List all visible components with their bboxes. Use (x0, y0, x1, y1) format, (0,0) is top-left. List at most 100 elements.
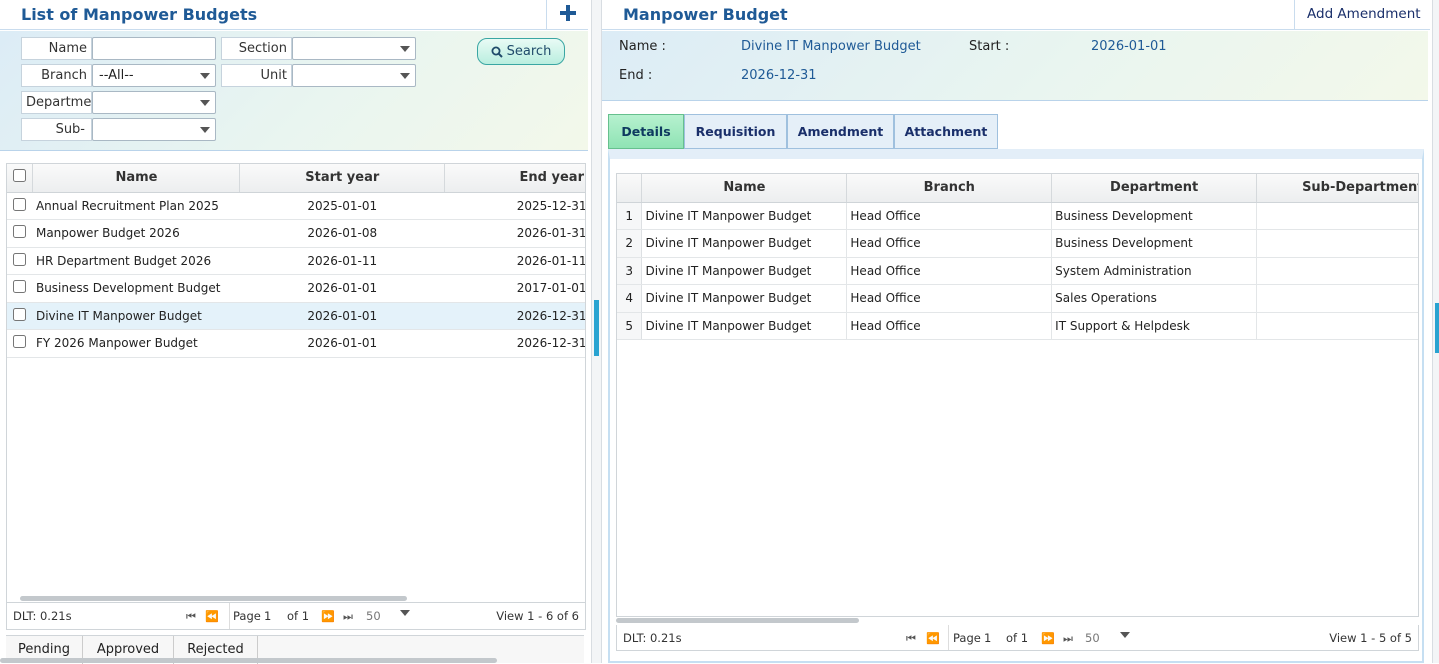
list-header: List of Manpower Budgets (0, 0, 588, 30)
splitter-handle[interactable] (594, 300, 599, 356)
table-row[interactable]: 5 Divine IT Manpower Budget Head Office IT … (617, 312, 1418, 340)
col-name[interactable]: Name (641, 174, 848, 203)
row-checkbox[interactable] (13, 225, 27, 239)
row-name: Business Development Budget (32, 274, 240, 303)
row-name: Divine IT Manpower Budget (641, 284, 848, 313)
last-page-icon[interactable]: ⏭ (1063, 632, 1073, 646)
select-all-cell[interactable] (7, 164, 34, 193)
row-sub-department (1256, 257, 1418, 285)
per-page-select[interactable]: 50 (366, 609, 381, 623)
add-amendment-button[interactable]: Add Amendment (1307, 6, 1421, 22)
row-number: 1 (617, 202, 643, 230)
table-row[interactable]: 4 Divine IT Manpower Budget Head Office Sal… (617, 284, 1418, 313)
name-input[interactable] (92, 37, 216, 60)
row-start-year: 2026-01-01 (239, 329, 445, 358)
horizontal-scrollbar[interactable] (616, 618, 859, 623)
end-info-label: End : (619, 68, 653, 83)
row-checkbox[interactable] (13, 197, 27, 211)
chevron-down-icon[interactable] (400, 610, 410, 616)
row-checkbox-cell[interactable] (7, 329, 33, 358)
unit-select[interactable] (292, 64, 416, 87)
name-info-value: Divine IT Manpower Budget (741, 39, 921, 54)
row-checkbox-cell[interactable] (7, 274, 33, 303)
chevron-down-icon (400, 46, 410, 52)
row-checkbox[interactable] (13, 335, 27, 349)
prev-page-icon[interactable]: ⏪ (926, 632, 940, 645)
search-button[interactable]: Search (477, 38, 565, 65)
tab-details[interactable]: Details (608, 114, 684, 149)
edge-handle[interactable] (1435, 303, 1439, 353)
row-checkbox[interactable] (13, 252, 27, 266)
row-start-year: 2026-01-01 (239, 302, 445, 330)
panel-scrollbar[interactable] (0, 658, 497, 663)
table-row[interactable]: Business Development Budget 2026-01-01 201… (7, 274, 585, 303)
search-icon (491, 46, 503, 58)
budget-detail-panel: Manpower Budget Add Amendment Name : Div… (602, 0, 1432, 663)
horizontal-scrollbar[interactable] (20, 596, 407, 601)
row-department: IT Support & Helpdesk (1051, 312, 1258, 340)
row-checkbox[interactable] (13, 307, 27, 321)
subdept-select[interactable] (92, 118, 216, 141)
row-checkbox-cell[interactable] (7, 219, 33, 248)
section-select[interactable] (292, 37, 416, 60)
row-end-year: 2017-01-01 (444, 274, 585, 303)
chevron-down-icon (200, 127, 210, 133)
table-row[interactable]: 2 Divine IT Manpower Budget Head Office Bus… (617, 229, 1418, 258)
details-pager: DLT: 0.21s ⏮ ⏪ Page 1 of 1 ⏩ ⏭ 50 View 1… (616, 625, 1419, 651)
prev-page-icon[interactable]: ⏪ (205, 610, 219, 623)
next-page-icon[interactable]: ⏩ (321, 610, 335, 623)
table-row[interactable]: HR Department Budget 2026 2026-01-11 2026-… (7, 247, 585, 275)
next-page-icon[interactable]: ⏩ (1041, 632, 1055, 645)
tab-requisition[interactable]: Requisition (684, 114, 787, 149)
col-branch[interactable]: Branch (846, 174, 1053, 203)
page-input[interactable]: 1 (264, 609, 271, 623)
tab-amendment[interactable]: Amendment (787, 114, 894, 149)
table-row[interactable]: Divine IT Manpower Budget 2026-01-01 2026-… (7, 302, 585, 330)
row-checkbox[interactable] (13, 280, 27, 294)
col-name[interactable]: Name (32, 164, 241, 193)
page-of: of 1 (1006, 631, 1029, 645)
plus-icon[interactable] (558, 3, 578, 23)
unit-label: Unit (221, 64, 292, 87)
header-divider (1294, 0, 1295, 30)
per-page-select[interactable]: 50 (1085, 631, 1100, 645)
panel-splitter[interactable] (591, 0, 602, 663)
row-end-year: 2026-01-11 (444, 247, 585, 275)
page-input[interactable]: 1 (984, 631, 991, 645)
last-page-icon[interactable]: ⏭ (343, 610, 353, 624)
row-checkbox-cell[interactable] (7, 302, 33, 330)
table-row[interactable]: 3 Divine IT Manpower Budget Head Office Sys… (617, 257, 1418, 285)
branch-select[interactable]: --All-- (92, 64, 216, 87)
first-page-icon[interactable]: ⏮ (186, 610, 196, 624)
subdept-label: Sub- (21, 118, 92, 141)
col-end-year[interactable]: End year (444, 164, 585, 193)
col-start-year[interactable]: Start year (239, 164, 446, 193)
col-department[interactable]: Department (1051, 174, 1258, 203)
row-end-year: 2026-01-31 (444, 219, 585, 248)
department-select[interactable] (92, 91, 216, 114)
select-all-checkbox[interactable] (13, 169, 27, 183)
row-start-year: 2026-01-08 (239, 219, 445, 248)
row-name: Divine IT Manpower Budget (641, 202, 848, 230)
row-number: 2 (617, 229, 643, 258)
row-checkbox-cell[interactable] (7, 247, 33, 275)
chevron-down-icon (400, 73, 410, 79)
dlt-text: DLT: 0.21s (623, 631, 682, 645)
tab-attachment[interactable]: Attachment (894, 114, 998, 149)
view-count: View 1 - 6 of 6 (496, 609, 579, 623)
first-page-icon[interactable]: ⏮ (906, 632, 916, 646)
table-row[interactable]: FY 2026 Manpower Budget 2026-01-01 2026-12… (7, 329, 585, 358)
chevron-down-icon[interactable] (1120, 632, 1130, 638)
row-department: Sales Operations (1051, 284, 1258, 313)
col-sub-department[interactable]: Sub-Department (1256, 174, 1418, 203)
table-row[interactable]: Manpower Budget 2026 2026-01-08 2026-01-31 (7, 219, 585, 248)
filter-area: Name Section Search Branch --All-- Unit … (0, 31, 588, 151)
row-end-year: 2025-12-31 (444, 192, 585, 220)
row-sub-department (1256, 229, 1418, 258)
row-checkbox-cell[interactable] (7, 192, 33, 220)
row-number: 3 (617, 257, 643, 285)
table-row[interactable]: Annual Recruitment Plan 2025 2025-01-01 20… (7, 192, 585, 220)
table-row[interactable]: 1 Divine IT Manpower Budget Head Office Bus… (617, 202, 1418, 230)
department-label: Department (21, 91, 92, 114)
row-start-year: 2025-01-01 (239, 192, 445, 220)
